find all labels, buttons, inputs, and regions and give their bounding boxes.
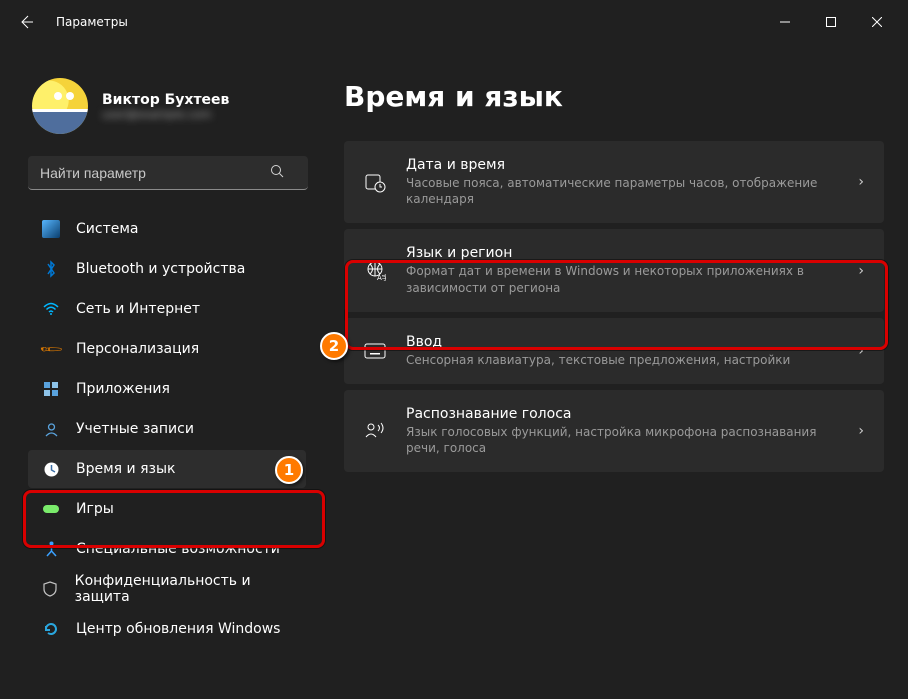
bluetooth-icon xyxy=(42,260,60,278)
chevron-right-icon: › xyxy=(858,423,864,439)
minimize-icon xyxy=(780,17,790,27)
minimize-button[interactable] xyxy=(762,7,808,37)
card-desc: Формат дат и времени в Windows и некотор… xyxy=(406,263,838,295)
user-name: Виктор Бухтеев xyxy=(102,92,229,108)
annotation-badge-2: 2 xyxy=(320,332,348,360)
chevron-right-icon: › xyxy=(858,263,864,279)
window-controls xyxy=(762,7,900,37)
sidebar-item-label: Игры xyxy=(76,501,114,517)
sidebar-item-label: Персонализация xyxy=(76,341,199,357)
sidebar-item-system[interactable]: Система xyxy=(28,210,306,248)
card-desc: Язык голосовых функций, настройка микроф… xyxy=(406,424,838,456)
globe-language-icon: A字 xyxy=(364,260,386,282)
sidebar-item-label: Система xyxy=(76,221,138,237)
sidebar-item-label: Bluetooth и устройства xyxy=(76,261,245,277)
wifi-icon xyxy=(42,300,60,318)
nav: Система Bluetooth и устройства Сеть и Ин… xyxy=(28,210,306,648)
search-input[interactable] xyxy=(28,156,308,190)
card-title: Ввод xyxy=(406,334,838,350)
keyboard-icon xyxy=(364,343,386,359)
sidebar-item-label: Конфиденциальность и защита xyxy=(75,573,292,605)
sidebar-item-windows-update[interactable]: Центр обновления Windows xyxy=(28,610,306,648)
sidebar-item-label: Учетные записи xyxy=(76,421,194,437)
close-button[interactable] xyxy=(854,7,900,37)
sidebar: Виктор Бухтеев user@example.com Система … xyxy=(0,44,320,699)
sidebar-item-time-language[interactable]: Время и язык xyxy=(28,450,306,488)
card-language-region[interactable]: A字 Язык и регион Формат дат и времени в … xyxy=(344,229,884,311)
brush-icon: 🖌 xyxy=(38,336,63,361)
sidebar-item-accounts[interactable]: Учетные записи xyxy=(28,410,306,448)
display-icon xyxy=(42,220,60,238)
sidebar-item-network[interactable]: Сеть и Интернет xyxy=(28,290,306,328)
sidebar-item-privacy[interactable]: Конфиденциальность и защита xyxy=(28,570,306,608)
accessibility-icon xyxy=(42,540,60,558)
titlebar: Параметры xyxy=(0,0,908,44)
clock-globe-icon xyxy=(42,460,60,478)
sidebar-item-personalization[interactable]: 🖌 Персонализация xyxy=(28,330,306,368)
card-title: Дата и время xyxy=(406,157,838,173)
card-desc: Сенсорная клавиатура, текстовые предложе… xyxy=(406,352,838,368)
search-box[interactable] xyxy=(28,156,306,190)
chevron-right-icon: › xyxy=(858,343,864,359)
person-icon xyxy=(42,420,60,438)
sidebar-item-label: Специальные возможности xyxy=(76,541,280,557)
card-speech[interactable]: Распознавание голоса Язык голосовых функ… xyxy=(344,390,884,472)
sidebar-item-bluetooth[interactable]: Bluetooth и устройства xyxy=(28,250,306,288)
apps-icon xyxy=(42,380,60,398)
maximize-icon xyxy=(826,17,836,27)
card-title: Язык и регион xyxy=(406,245,838,261)
card-date-time[interactable]: Дата и время Часовые пояса, автоматическ… xyxy=(344,141,884,223)
maximize-button[interactable] xyxy=(808,7,854,37)
sidebar-item-gaming[interactable]: Игры xyxy=(28,490,306,528)
arrow-left-icon xyxy=(18,14,34,30)
update-icon xyxy=(42,620,60,638)
user-email: user@example.com xyxy=(102,108,229,121)
gamepad-icon xyxy=(42,500,60,518)
sidebar-item-label: Сеть и Интернет xyxy=(76,301,200,317)
annotation-badge-1: 1 xyxy=(275,456,303,484)
chevron-right-icon: › xyxy=(858,174,864,190)
svg-text:A字: A字 xyxy=(377,273,386,282)
avatar xyxy=(32,78,88,134)
calendar-clock-icon xyxy=(364,171,386,193)
app-title: Параметры xyxy=(56,15,128,29)
card-desc: Часовые пояса, автоматические параметры … xyxy=(406,175,838,207)
shield-icon xyxy=(42,580,59,598)
close-icon xyxy=(872,17,882,27)
speech-icon xyxy=(364,421,386,441)
sidebar-item-label: Приложения xyxy=(76,381,170,397)
sidebar-item-accessibility[interactable]: Специальные возможности xyxy=(28,530,306,568)
page-title: Время и язык xyxy=(344,80,884,113)
back-button[interactable] xyxy=(10,6,42,38)
sidebar-item-apps[interactable]: Приложения xyxy=(28,370,306,408)
sidebar-item-label: Центр обновления Windows xyxy=(76,621,280,637)
sidebar-item-label: Время и язык xyxy=(76,461,175,477)
card-input[interactable]: Ввод Сенсорная клавиатура, текстовые пре… xyxy=(344,318,884,384)
main-content: Время и язык Дата и время Часовые пояса,… xyxy=(320,44,908,699)
card-title: Распознавание голоса xyxy=(406,406,838,422)
user-block[interactable]: Виктор Бухтеев user@example.com xyxy=(32,78,306,134)
